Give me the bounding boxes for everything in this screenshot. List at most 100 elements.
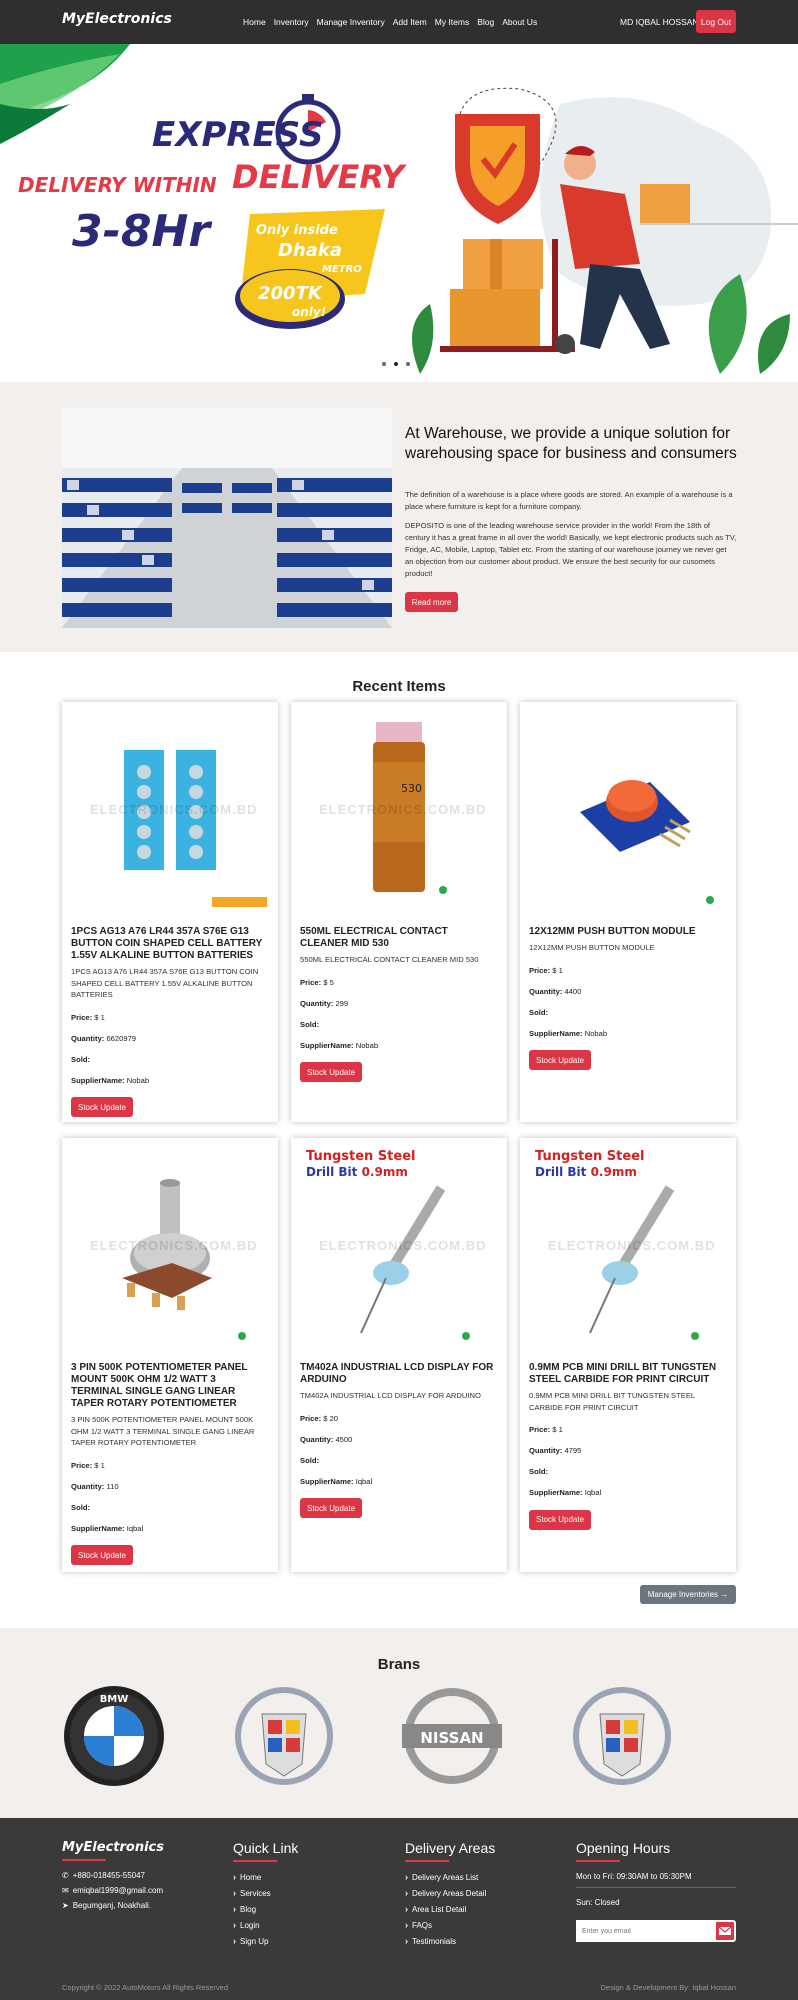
about-paragraph-1: The definition of a warehouse is a place… [405, 490, 733, 511]
nav-inventory[interactable]: Inventory [274, 17, 309, 27]
carousel-dot-1[interactable] [382, 362, 386, 366]
hero-delivery-text: DELIVERY [232, 158, 407, 196]
manage-inventories-button[interactable]: Manage Inventories → [640, 1585, 736, 1604]
item-card: 530 ELECTRONICS.COM.BD 550ML ELECTRICAL … [291, 702, 507, 1122]
item-supplier: Iqbal [126, 1523, 144, 1533]
hero-price-1: 200TK [258, 283, 324, 304]
brand-logo[interactable]: MyElectronics [62, 11, 172, 27]
carousel-dot-3[interactable] [406, 362, 410, 366]
carousel-dot-2[interactable] [394, 362, 398, 366]
chevron-right-icon: › [233, 1872, 236, 1882]
item-supplier: Iqbal [355, 1476, 373, 1486]
nav-about-us[interactable]: About Us [502, 17, 537, 27]
footer: MyElectronics ✆ +880-018455-55047 ✉ emiqba… [0, 1818, 798, 2000]
stock-update-button[interactable]: Stock Update [71, 1097, 133, 1117]
item-supplier: Nobab [126, 1075, 150, 1085]
footer-link-login[interactable]: › Login [233, 1920, 298, 1930]
image-watermark: ELECTRONICS.COM.BD [319, 802, 487, 817]
stock-update-button[interactable]: Stock Update [71, 1545, 133, 1565]
footer-link-delivery-detail[interactable]: › Delivery Areas Detail [405, 1888, 495, 1898]
envelope-icon [718, 1926, 732, 1935]
quantity-label: Quantity: [71, 1033, 105, 1043]
nav-manage-inventory[interactable]: Manage Inventory [317, 17, 385, 27]
footer-link-home[interactable]: › Home [233, 1872, 298, 1882]
nissan-logo-text: NISSAN [420, 1729, 483, 1747]
svg-text:Drill Bit 0.9mm: Drill Bit 0.9mm [306, 1165, 408, 1179]
image-watermark: ELECTRONICS.COM.BD [319, 1238, 487, 1253]
chevron-right-icon: › [405, 1920, 408, 1930]
item-price: $ 20 [323, 1413, 339, 1423]
stock-update-button[interactable]: Stock Update [300, 1062, 362, 1082]
price-label: Price: [71, 1460, 93, 1470]
sold-label: Sold: [71, 1054, 90, 1064]
opening-hours-title: Opening Hours [576, 1840, 671, 1856]
footer-link-signup[interactable]: › Sign Up [233, 1936, 298, 1946]
item-quantity: 4400 [564, 986, 582, 996]
hero-illustration: EXPRESS DELIVERY DELIVERY WITHIN 3-8Hr O… [0, 44, 798, 374]
envelope-icon: ✉ [62, 1886, 69, 1895]
hours-sunday: Sun: Closed [576, 1898, 620, 1907]
recent-items-title: Recent Items [352, 678, 446, 695]
footer-link-faqs[interactable]: › FAQs [405, 1920, 495, 1930]
hero-badge-3: METRO [322, 264, 362, 275]
footer-link-delivery-list[interactable]: › Delivery Areas List [405, 1872, 495, 1882]
nav-home[interactable]: Home [243, 17, 266, 27]
footer-phone: +880-018455-55047 [72, 1871, 145, 1880]
item-description: 12X12MM PUSH BUTTON MODULE [529, 943, 655, 952]
logout-button[interactable]: Log Out [696, 10, 736, 33]
quantity-label: Quantity: [529, 1446, 563, 1455]
quantity-label: Quantity: [71, 1481, 105, 1491]
copyright: Copyright © 2022 AutoMotors All Rights R… [62, 1983, 229, 1992]
sold-label: Sold: [300, 1455, 319, 1465]
item-quantity: 4500 [335, 1434, 353, 1444]
item-price: $ 5 [323, 977, 334, 987]
footer-quick-links: Quick Link › Home › Services › Blog › Login … [233, 1840, 298, 1952]
read-more-button[interactable]: Read more [405, 592, 458, 612]
nissan-logo: NISSAN [402, 1688, 502, 1784]
footer-link-blog[interactable]: › Blog [233, 1904, 298, 1914]
about-paragraph-2: DEPOSITO is one of the leading warehouse… [405, 521, 737, 578]
item-name: 550ML ELECTRICAL CONTACT CLEANER MID 530 [300, 926, 448, 949]
price-label: Price: [300, 977, 322, 987]
item-name: 0.9MM PCB MINI DRILL BIT TUNGSTEN STEEL … [529, 1362, 717, 1385]
nav-add-item[interactable]: Add Item [393, 17, 427, 27]
item-card: Tungsten Steel Drill Bit 0.9mm ELECTRONI… [291, 1138, 507, 1572]
stock-update-button[interactable]: Stock Update [300, 1498, 362, 1518]
navbar: MyElectronics Home Inventory Manage Inve… [0, 0, 798, 44]
nav-my-items[interactable]: My Items [435, 17, 469, 27]
footer-link-services[interactable]: › Services [233, 1888, 298, 1898]
item-image-drill-bit: Tungsten Steel Drill Bit 0.9mm ELECTRONI… [291, 1138, 507, 1358]
item-description: TM402A INDUSTRIAL LCD DISPLAY FOR ARDUIN… [300, 1391, 481, 1400]
item-supplier: Iqbal [584, 1488, 602, 1497]
item-name: 3 PIN 500K POTENTIOMETER PANEL MOUNT 500… [71, 1362, 248, 1409]
footer-link-area-list[interactable]: › Area List Detail [405, 1904, 495, 1914]
supplier-label: SupplierName: [71, 1523, 125, 1533]
about-section: At Warehouse, we provide a unique soluti… [0, 382, 798, 652]
price-label: Price: [529, 1425, 551, 1434]
item-price: $ 1 [94, 1012, 105, 1022]
sold-label: Sold: [300, 1019, 319, 1029]
item-description: 550ML ELECTRICAL CONTACT CLEANER MID 530 [300, 955, 479, 964]
sold-label: Sold: [529, 1007, 548, 1017]
hero-banner: EXPRESS DELIVERY DELIVERY WITHIN 3-8Hr O… [0, 44, 798, 382]
stock-update-button[interactable]: Stock Update [529, 1509, 591, 1530]
hero-express-text: EXPRESS [152, 115, 324, 155]
newsletter-submit-button[interactable] [714, 1920, 736, 1942]
item-card: ELECTRONICS.COM.BD 1PCS AG13 A76 LR44 35… [62, 702, 278, 1122]
price-label: Price: [71, 1012, 93, 1022]
image-watermark: ELECTRONICS.COM.BD [90, 802, 258, 817]
svg-text:530: 530 [401, 782, 422, 795]
chevron-right-icon: › [405, 1904, 408, 1914]
footer-link-testimonials[interactable]: › Testimonials [405, 1936, 495, 1946]
stock-update-button[interactable]: Stock Update [529, 1050, 591, 1070]
item-image-potentiometer: ELECTRONICS.COM.BD [62, 1138, 278, 1358]
item-quantity: 4795 [564, 1446, 582, 1455]
chevron-right-icon: › [405, 1872, 408, 1882]
newsletter-email-input[interactable] [576, 1920, 714, 1942]
design-credit: Design & Development By: Iqbal Hossan [600, 1983, 737, 1992]
phone-icon: ✆ [62, 1871, 69, 1880]
item-description: 1PCS AG13 A76 LR44 357A S76E G13 BUTTON … [71, 967, 259, 999]
nav-blog[interactable]: Blog [477, 17, 494, 27]
footer-brand: MyElectronics [62, 1840, 164, 1855]
carousel-indicators [382, 362, 410, 366]
